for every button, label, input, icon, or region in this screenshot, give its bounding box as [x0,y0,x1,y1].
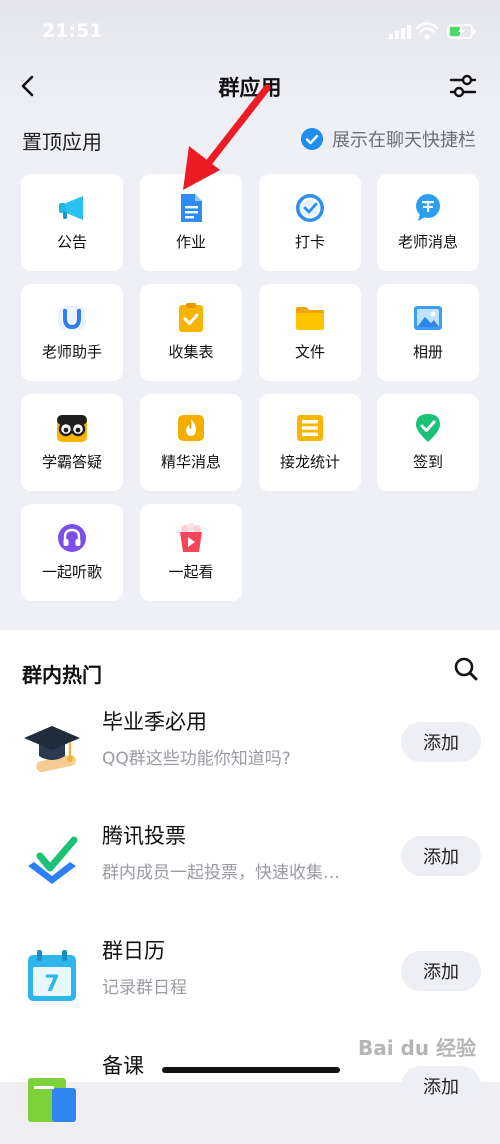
watermark: Bai du 经验 [358,1036,477,1060]
list-stats-icon [297,415,323,441]
folder-icon [296,307,324,330]
qa-glasses-icon [57,415,87,442]
megaphone-icon [59,196,83,220]
app-tile-label: 学霸答疑 [41,453,102,471]
settings-sliders-icon[interactable] [448,72,478,100]
list-item: 7 群日历 记录群日程 添加 [0,929,500,1029]
app-tile-label: 公告 [56,233,87,251]
app-name: 备课 [102,1054,144,1078]
red-arrow-icon [183,84,271,190]
highlight-message-icon [178,415,204,441]
app-name: 群日历 [102,939,165,963]
checkin-clock-icon [296,194,324,222]
app-tile-teacher-message[interactable]: 老师消息 [377,174,479,271]
search-icon[interactable] [452,655,480,683]
show-in-chat-shortcut-toggle[interactable]: 展示在聊天快捷栏 [301,126,476,152]
popcorn-video-icon [180,523,202,552]
cellular-signal-icon [389,25,411,39]
app-tile-collection-form[interactable]: 收集表 [140,284,242,381]
shortcut-label: 展示在聊天快捷栏 [332,130,476,151]
app-description: QQ群这些功能你知道吗? [102,749,291,769]
lesson-plan-icon [28,1078,76,1122]
group-hot-section: 群内热门 毕业季必用 QQ群这些功能你知道吗? 添加 腾讯投票 群内成员一起投票… [0,630,500,1122]
app-tile-teacher-assistant[interactable]: 老师助手 [21,284,123,381]
photo-album-icon [414,306,442,330]
app-tile-label: 精华消息 [160,453,221,471]
status-time: 21:51 [42,20,103,42]
graduation-cap-icon [24,726,80,773]
app-name: 毕业季必用 [102,710,207,734]
app-tile-album[interactable]: 相册 [377,284,479,381]
app-tile-label: 打卡 [294,233,325,251]
app-name: 腾讯投票 [102,824,186,848]
app-tile-label: 老师助手 [41,343,102,361]
hot-section-title: 群内热门 [22,663,102,687]
app-tile-files[interactable]: 文件 [259,284,361,381]
app-tile-list-stats[interactable]: 接龙统计 [259,394,361,491]
list-item: 毕业季必用 QQ群这些功能你知道吗? 添加 [0,700,500,800]
headphones-icon [58,524,86,552]
app-tile-qa[interactable]: 学霸答疑 [21,394,123,491]
calendar-day: 7 [44,972,59,997]
app-tile-label: 相册 [412,343,443,361]
pinned-apps-label: 置顶应用 [22,130,102,154]
app-tile-highlight-message[interactable]: 精华消息 [140,394,242,491]
list-item: 腾讯投票 群内成员一起投票，快速收集… 添加 [0,814,500,914]
add-button[interactable]: 添加 [401,951,481,991]
app-tile-listen-music[interactable]: 一起听歌 [21,504,123,601]
homework-document-icon [181,194,202,222]
home-indicator [162,1067,340,1073]
app-description: 记录群日程 [102,978,187,998]
battery-charging-icon [447,24,476,39]
collection-form-icon [179,303,203,332]
calendar-icon: 7 [28,950,76,1001]
app-tile-label: 一起看 [168,563,214,581]
vote-check-icon [28,836,78,884]
teacher-assistant-icon [58,306,86,330]
app-tile-label: 文件 [294,343,325,361]
app-tile-label: 收集表 [168,343,214,361]
add-button[interactable]: 添加 [401,836,481,876]
app-tile-announcement[interactable]: 公告 [21,174,123,271]
app-description: 群内成员一起投票，快速收集… [102,863,340,883]
app-tile-label: 作业 [175,233,206,251]
app-tile-watch-together[interactable]: 一起看 [140,504,242,601]
app-tile-sign-in[interactable]: 签到 [377,394,479,491]
checkmark-circle-icon [301,128,323,150]
wifi-icon [416,22,438,40]
app-tile-label: 老师消息 [397,233,458,251]
add-button[interactable]: 添加 [401,1066,481,1106]
sign-in-location-icon [416,414,440,442]
app-tile-label: 一起听歌 [41,563,102,581]
app-tile-label: 接龙统计 [279,453,340,471]
app-tile-label: 签到 [412,453,443,471]
status-bar: 21:51 [0,0,500,64]
teacher-message-icon [416,194,440,221]
add-button[interactable]: 添加 [401,722,481,762]
